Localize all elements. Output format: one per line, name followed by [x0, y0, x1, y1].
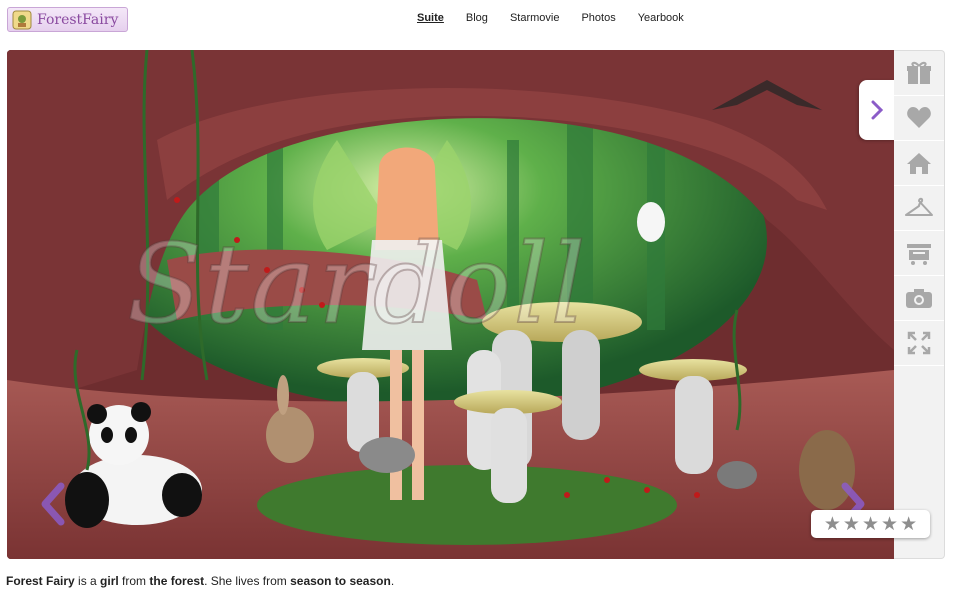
logo-text: ForestFairy	[37, 11, 119, 28]
logo-badge-icon	[12, 10, 32, 30]
suite-sidebar	[894, 50, 945, 559]
owner-name: Forest Fairy	[6, 574, 75, 588]
chevron-right-icon	[871, 100, 884, 120]
star-2-icon[interactable]: ★	[843, 515, 860, 534]
star-5-icon[interactable]: ★	[900, 515, 917, 534]
shop-icon[interactable]	[894, 231, 944, 276]
home-icon[interactable]	[894, 141, 944, 186]
camera-icon[interactable]	[894, 276, 944, 321]
star-4-icon[interactable]: ★	[881, 515, 898, 534]
hanger-icon[interactable]	[894, 186, 944, 231]
previous-room-arrow-icon[interactable]	[37, 482, 67, 526]
site-logo[interactable]: ForestFairy	[7, 7, 128, 32]
forest-scene-illustration	[7, 50, 894, 559]
suite-scene[interactable]: Stardoll	[7, 50, 894, 559]
star-rating: ★ ★ ★ ★ ★	[811, 510, 930, 538]
desc-text-4: .	[390, 574, 395, 588]
gift-icon[interactable]	[894, 51, 944, 96]
toggle-sidebar-button[interactable]	[859, 80, 895, 140]
star-1-icon[interactable]: ★	[824, 515, 841, 534]
desc-bold-3: season to season	[290, 574, 391, 588]
desc-bold-2: the forest	[149, 574, 205, 588]
desc-text-3: . She lives from	[204, 574, 291, 588]
star-3-icon[interactable]: ★	[862, 515, 879, 534]
nav-photos[interactable]: Photos	[581, 12, 615, 24]
suite-description: Forest Fairy is a girl from the forest. …	[6, 574, 394, 588]
desc-text-1: is a	[74, 574, 101, 588]
heart-icon[interactable]	[894, 96, 944, 141]
desc-bold-1: girl	[100, 574, 119, 588]
nav-starmovie[interactable]: Starmovie	[510, 12, 560, 24]
nav-blog[interactable]: Blog	[466, 12, 488, 24]
fullscreen-icon[interactable]	[894, 321, 944, 366]
top-nav: Suite Blog Starmovie Photos Yearbook	[417, 12, 706, 24]
desc-text-2: from	[118, 574, 150, 588]
nav-yearbook[interactable]: Yearbook	[638, 12, 684, 24]
nav-suite[interactable]: Suite	[417, 12, 444, 24]
